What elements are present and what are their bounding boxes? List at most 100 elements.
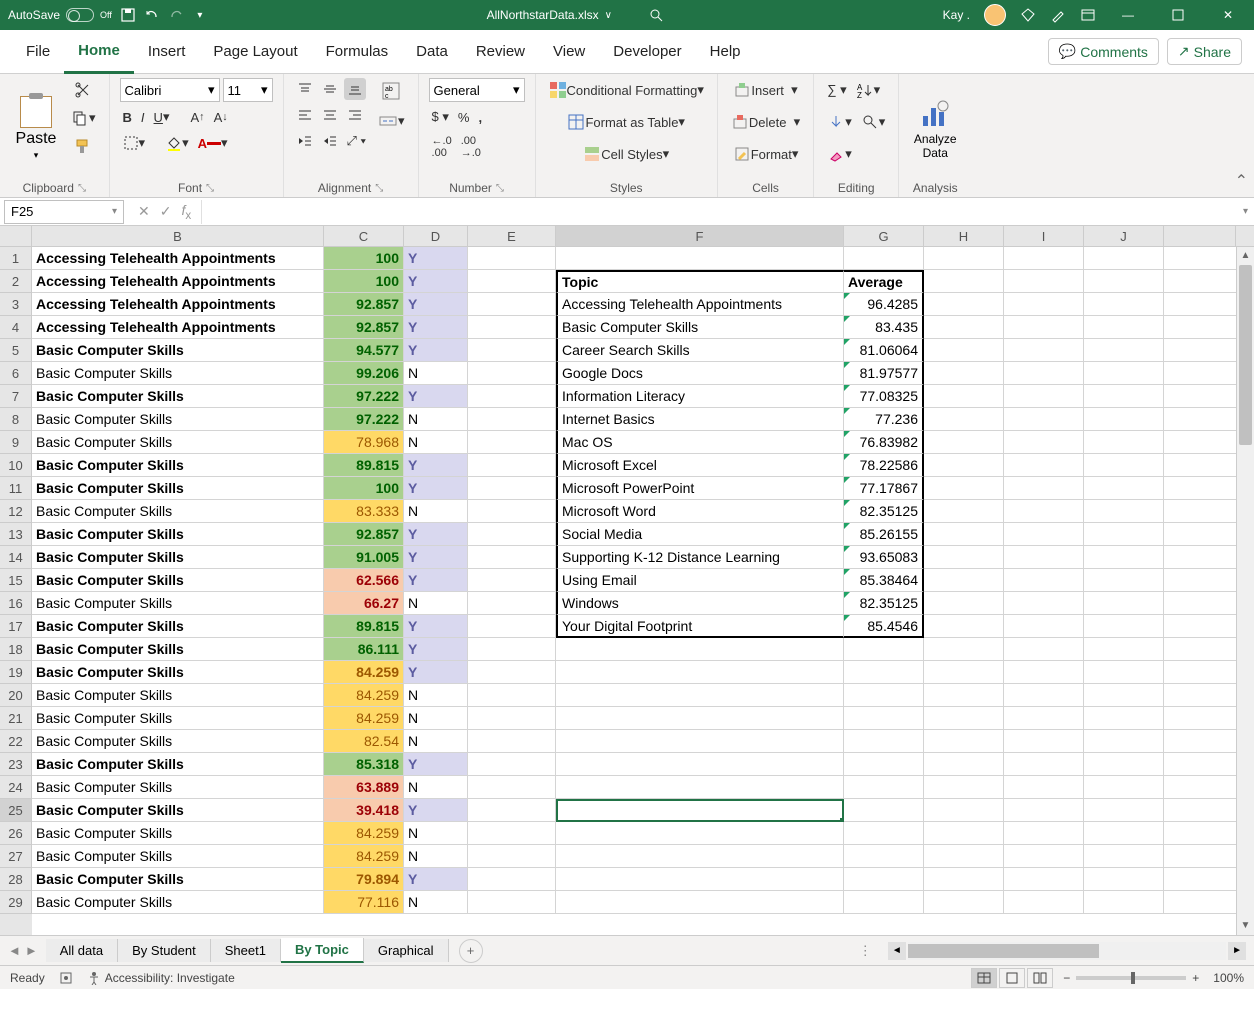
paste-button[interactable]: Paste▾ xyxy=(10,78,62,179)
cell[interactable]: Y xyxy=(404,316,468,339)
cell[interactable] xyxy=(1004,822,1084,845)
cell[interactable]: Y xyxy=(404,477,468,500)
row-header[interactable]: 12 xyxy=(0,500,32,523)
save-icon[interactable] xyxy=(120,7,136,23)
font-name-combo[interactable]: Calibri▾ xyxy=(120,78,220,102)
cell[interactable] xyxy=(1084,638,1164,661)
column-header[interactable]: I xyxy=(1004,226,1084,247)
cell[interactable] xyxy=(924,684,1004,707)
cell[interactable]: Basic Computer Skills xyxy=(32,730,324,753)
sort-filter-icon[interactable]: AZ ▾ xyxy=(853,78,884,102)
cell[interactable]: N xyxy=(404,707,468,730)
cell[interactable] xyxy=(468,592,556,615)
cell[interactable] xyxy=(1084,293,1164,316)
italic-button[interactable]: I xyxy=(138,107,148,128)
delete-cells-button[interactable]: Delete ▾ xyxy=(728,110,803,134)
cell[interactable] xyxy=(1084,730,1164,753)
cell[interactable]: Basic Computer Skills xyxy=(32,845,324,868)
percent-icon[interactable]: % xyxy=(455,107,473,128)
pencil-icon[interactable] xyxy=(1050,7,1066,23)
column-header[interactable]: F xyxy=(556,226,844,247)
cell[interactable]: 77.236 xyxy=(844,408,924,431)
cell[interactable]: N xyxy=(404,500,468,523)
cell[interactable] xyxy=(924,753,1004,776)
cell[interactable] xyxy=(924,523,1004,546)
cell[interactable] xyxy=(844,776,924,799)
cell[interactable] xyxy=(1004,546,1084,569)
cell[interactable]: 99.206 xyxy=(324,362,404,385)
cell[interactable]: Basic Computer Skills xyxy=(32,500,324,523)
cell[interactable] xyxy=(468,247,556,270)
cell[interactable]: Basic Computer Skills xyxy=(32,569,324,592)
cell[interactable] xyxy=(1084,661,1164,684)
cell[interactable]: 100 xyxy=(324,477,404,500)
cell[interactable]: 97.222 xyxy=(324,385,404,408)
cell[interactable]: Basic Computer Skills xyxy=(32,799,324,822)
cell[interactable] xyxy=(1084,431,1164,454)
cell[interactable] xyxy=(468,661,556,684)
comments-button[interactable]: 💬Comments xyxy=(1048,38,1159,65)
cell[interactable] xyxy=(468,546,556,569)
align-top-icon[interactable] xyxy=(294,78,316,100)
font-launcher-icon[interactable]: ⤡ xyxy=(206,183,214,194)
diamond-icon[interactable] xyxy=(1020,7,1036,23)
cell[interactable]: 93.65083 xyxy=(844,546,924,569)
vertical-scrollbar[interactable]: ▲ ▼ xyxy=(1236,247,1254,935)
cell[interactable] xyxy=(1004,431,1084,454)
format-as-table-button[interactable]: Format as Table ▾ xyxy=(546,110,707,134)
cell[interactable] xyxy=(1084,500,1164,523)
align-center-icon[interactable] xyxy=(319,104,341,126)
cell[interactable] xyxy=(924,293,1004,316)
page-break-view-icon[interactable] xyxy=(1027,968,1053,988)
cell[interactable]: 39.418 xyxy=(324,799,404,822)
cell[interactable] xyxy=(556,638,844,661)
sheet-tab-sheet1[interactable]: Sheet1 xyxy=(211,939,281,962)
cell[interactable]: Basic Computer Skills xyxy=(32,592,324,615)
cell[interactable] xyxy=(468,684,556,707)
cell[interactable] xyxy=(1084,707,1164,730)
cell[interactable]: 84.259 xyxy=(324,707,404,730)
cell[interactable] xyxy=(844,247,924,270)
cell[interactable] xyxy=(556,776,844,799)
cell[interactable]: 83.435 xyxy=(844,316,924,339)
cell[interactable] xyxy=(924,638,1004,661)
column-header[interactable]: D xyxy=(404,226,468,247)
cell[interactable] xyxy=(468,569,556,592)
cell[interactable] xyxy=(468,776,556,799)
cell[interactable] xyxy=(1084,247,1164,270)
cell[interactable] xyxy=(1084,753,1164,776)
cell[interactable]: 92.857 xyxy=(324,316,404,339)
cell[interactable]: 84.259 xyxy=(324,661,404,684)
find-select-icon[interactable]: ▾ xyxy=(858,110,889,134)
cell[interactable] xyxy=(844,868,924,891)
cell[interactable]: Y xyxy=(404,569,468,592)
cell[interactable] xyxy=(924,339,1004,362)
cell[interactable]: Basic Computer Skills xyxy=(32,454,324,477)
cell[interactable]: Accessing Telehealth Appointments xyxy=(32,270,324,293)
cell[interactable]: 82.35125 xyxy=(844,500,924,523)
cell[interactable]: Basic Computer Skills xyxy=(32,638,324,661)
cell[interactable]: Basic Computer Skills xyxy=(32,385,324,408)
cell[interactable]: 85.4546 xyxy=(844,615,924,638)
cell[interactable] xyxy=(1004,247,1084,270)
row-header[interactable]: 16 xyxy=(0,592,32,615)
cell[interactable] xyxy=(924,891,1004,914)
cell[interactable]: Y xyxy=(404,638,468,661)
cell[interactable] xyxy=(1084,408,1164,431)
cell[interactable]: 94.577 xyxy=(324,339,404,362)
cell[interactable] xyxy=(844,822,924,845)
cell[interactable] xyxy=(1004,408,1084,431)
page-layout-view-icon[interactable] xyxy=(999,968,1025,988)
cell[interactable] xyxy=(1004,592,1084,615)
row-header[interactable]: 3 xyxy=(0,293,32,316)
cell[interactable] xyxy=(1084,523,1164,546)
row-header[interactable]: 28 xyxy=(0,868,32,891)
column-header[interactable]: C xyxy=(324,226,404,247)
cell[interactable] xyxy=(1004,316,1084,339)
cell[interactable] xyxy=(924,845,1004,868)
qat-dropdown-icon[interactable]: ▾ xyxy=(192,7,208,23)
format-cells-button[interactable]: Format ▾ xyxy=(728,142,803,166)
decrease-font-icon[interactable]: A↓ xyxy=(211,107,231,128)
cell[interactable] xyxy=(844,730,924,753)
cell[interactable]: 96.4285 xyxy=(844,293,924,316)
